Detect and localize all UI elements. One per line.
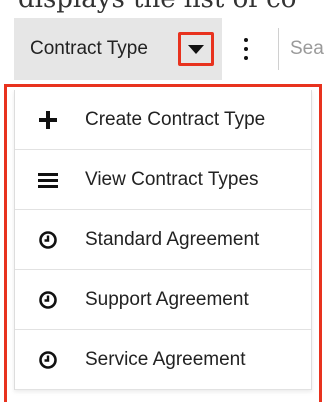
menu-item-label: View Contract Types: [85, 168, 259, 190]
caret-down-icon: [188, 44, 204, 54]
menu-item-support-agreement[interactable]: Support Agreement: [15, 270, 311, 330]
navbar-divider: [278, 28, 279, 70]
search-input[interactable]: Sea: [290, 18, 328, 80]
clock-icon: [37, 289, 59, 311]
clock-icon: [37, 349, 59, 371]
navbar: Contract Type Sea: [0, 18, 328, 80]
menu-item-service-agreement[interactable]: Service Agreement: [15, 330, 311, 390]
kebab-menu-icon[interactable]: [236, 38, 256, 60]
menu-item-standard-agreement[interactable]: Standard Agreement: [15, 210, 311, 270]
menu-item-label: Support Agreement: [85, 288, 249, 310]
module-tab-label: Contract Type: [30, 38, 148, 59]
module-dropdown-toggle[interactable]: [178, 32, 214, 66]
menu-item-label: Create Contract Type: [85, 108, 266, 130]
plus-icon: [37, 109, 59, 131]
menu-item-create-contract-type[interactable]: Create Contract Type: [15, 90, 311, 150]
menu-item-label: Service Agreement: [85, 348, 246, 370]
menu-item-view-contract-types[interactable]: View Contract Types: [15, 150, 311, 210]
clock-icon: [37, 229, 59, 251]
menu-item-label: Standard Agreement: [85, 228, 260, 250]
list-icon: [37, 169, 59, 191]
module-dropdown-menu: Create Contract Type View Contract Types…: [14, 90, 312, 390]
search-placeholder: Sea: [290, 38, 324, 59]
caption-text: displays the list of co: [0, 0, 328, 16]
